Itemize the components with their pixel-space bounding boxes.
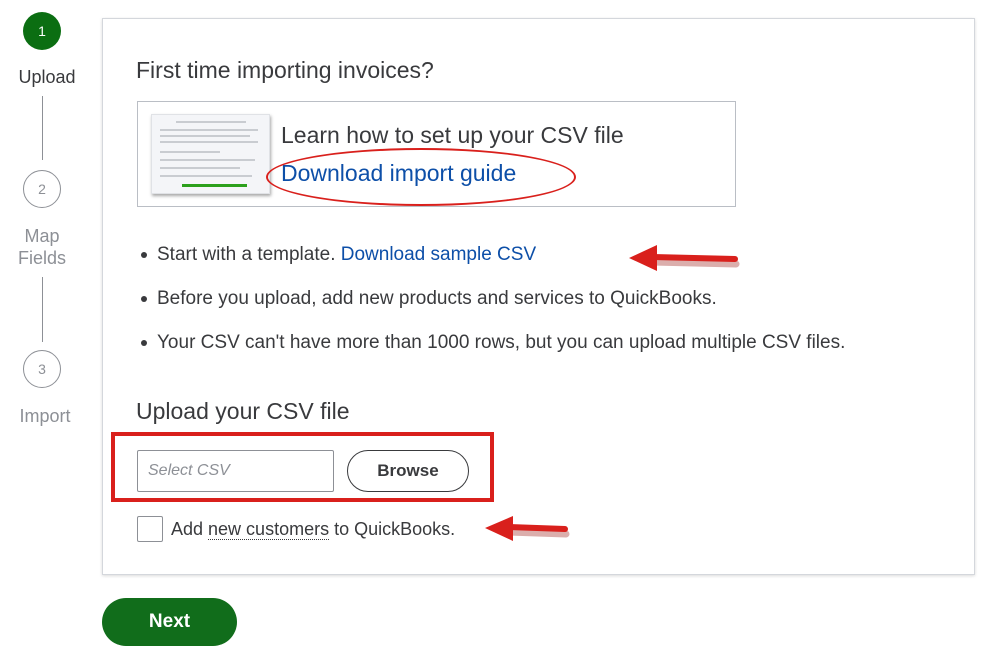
step-2-label-line1: Map — [24, 226, 60, 246]
guide-title: Learn how to set up your CSV file — [281, 122, 624, 148]
annotation-arrow-icon — [485, 516, 570, 541]
add-customers-prefix: Add — [171, 519, 209, 539]
bullet-icon — [141, 340, 147, 346]
step-3-label: Import — [19, 406, 71, 426]
step-3-number: 3 — [38, 361, 46, 377]
page-title: First time importing invoices? — [136, 57, 434, 83]
import-guide-box: Learn how to set up your CSV file Downlo… — [137, 101, 736, 207]
add-customers-suffix: to QuickBooks. — [329, 519, 456, 539]
annotation-arrow-icon — [629, 245, 740, 271]
step-1-circle: 1 — [23, 12, 61, 50]
step-connector — [42, 96, 43, 160]
step-connector — [42, 277, 43, 342]
next-button[interactable]: Next — [102, 598, 237, 646]
add-customers-label: Add new customers to QuickBooks. — [171, 519, 455, 540]
tip-template-text: Start with a template. — [157, 244, 341, 265]
list-item: Before you upload, add new products and … — [135, 288, 845, 332]
annotation-rectangle — [111, 432, 494, 502]
upload-heading: Upload your CSV file — [136, 398, 350, 424]
tip-products-text: Before you upload, add new products and … — [157, 288, 717, 309]
add-customers-checkbox[interactable] — [137, 516, 163, 542]
bullet-icon — [141, 252, 147, 258]
step-1-label: Upload — [18, 67, 76, 87]
annotation-ellipse — [266, 148, 576, 206]
step-3-circle: 3 — [23, 350, 61, 388]
guide-thumbnail — [151, 114, 270, 194]
step-2-number: 2 — [38, 181, 46, 197]
step-2-circle: 2 — [23, 170, 61, 208]
import-card: First time importing invoices? Learn how… — [102, 18, 975, 575]
tip-rows-text: Your CSV can't have more than 1000 rows,… — [157, 332, 846, 353]
step-2-label-line2: Fields — [17, 248, 66, 268]
bullet-icon — [141, 296, 147, 302]
step-2-label: Map Fields — [0, 225, 87, 269]
step-1-number: 1 — [38, 23, 46, 39]
download-sample-csv-link[interactable]: Download sample CSV — [341, 244, 536, 265]
new-customers-tooltip-link[interactable]: new customers — [208, 519, 330, 540]
list-item: Your CSV can't have more than 1000 rows,… — [135, 332, 845, 376]
